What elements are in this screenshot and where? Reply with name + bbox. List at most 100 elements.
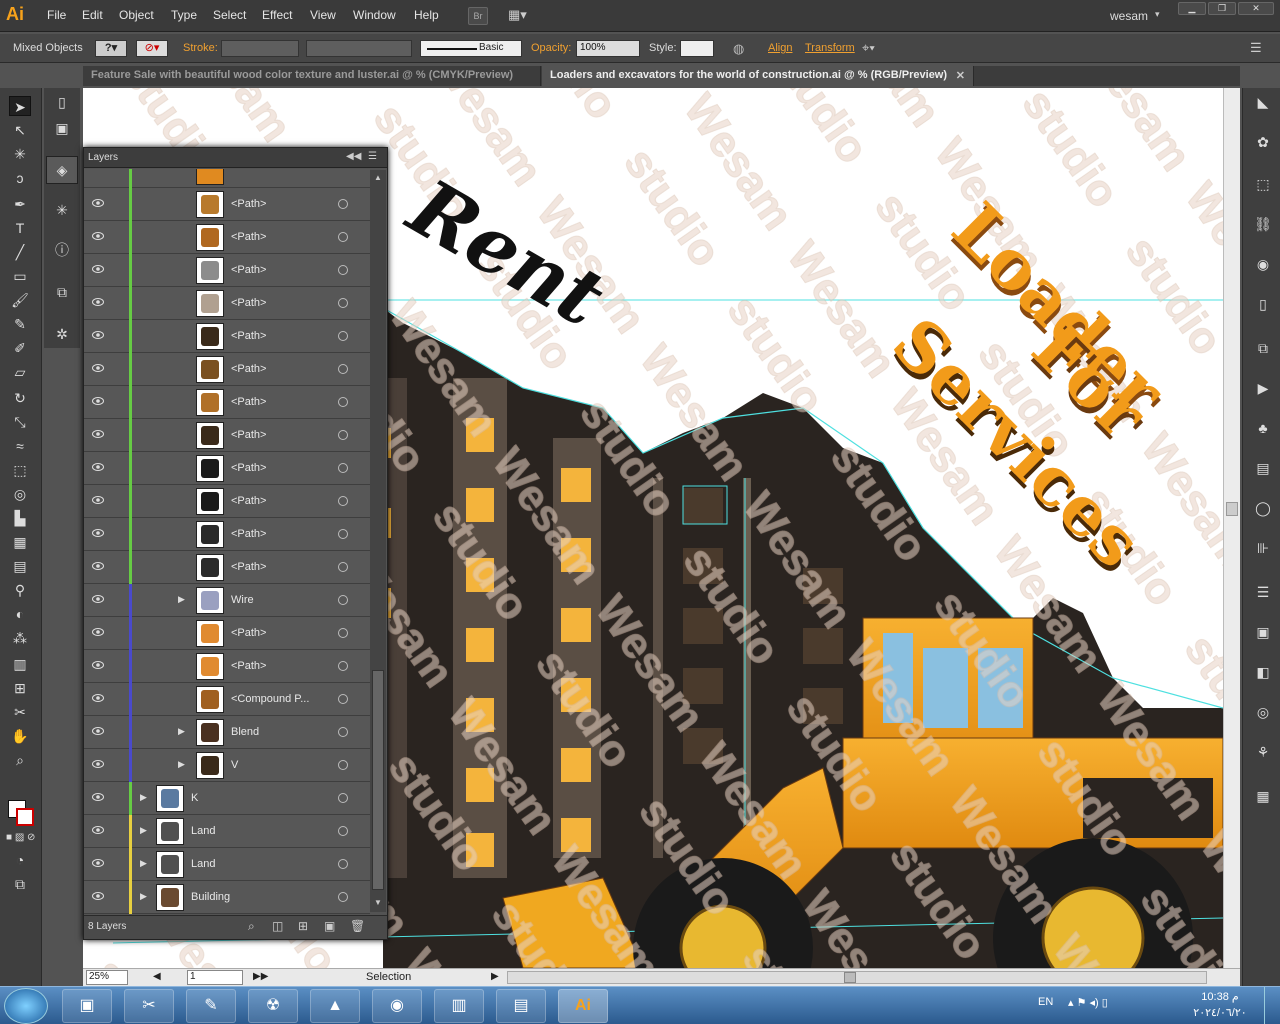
target-circle-icon[interactable] <box>338 628 348 638</box>
make-clipping-mask-icon[interactable]: ◫ <box>272 919 283 933</box>
layer-name[interactable]: <Path> <box>231 660 266 672</box>
show-desktop-button[interactable] <box>1264 987 1280 1024</box>
layer-name[interactable]: Blend <box>231 726 259 738</box>
layer-name[interactable]: Land <box>191 858 215 870</box>
layer-name[interactable]: <Path> <box>231 627 266 639</box>
layers-scrollbar[interactable]: ▲ ▼ <box>370 170 386 912</box>
new-sublayer-icon[interactable]: ⊞ <box>298 919 308 933</box>
taskbar-app-2-icon[interactable]: ✂ <box>124 989 174 1023</box>
layer-row[interactable]: <Path> <box>84 320 370 353</box>
layer-name[interactable]: <Path> <box>231 297 266 309</box>
expand-triangle-icon[interactable]: ▶ <box>178 594 185 605</box>
target-circle-icon[interactable] <box>338 397 348 407</box>
links-panel-icon[interactable]: ⛓ <box>1252 214 1274 234</box>
visibility-eye-icon[interactable] <box>92 528 104 538</box>
artboards-panel-icon[interactable]: ⧉ <box>51 282 73 302</box>
stroke-color-icon[interactable] <box>16 808 34 826</box>
image-trace-icon[interactable]: ▣ <box>51 118 73 138</box>
align-link[interactable]: Align <box>768 42 792 54</box>
fill-swatch[interactable]: ?▾ <box>95 40 127 57</box>
opacity-field[interactable]: 100% <box>576 40 640 57</box>
layer-row[interactable]: <Path> <box>84 419 370 452</box>
layer-name[interactable]: <Path> <box>231 429 266 441</box>
layer-row[interactable]: <Path> <box>84 221 370 254</box>
paintbrush-tool-icon[interactable]: 🖌 <box>9 290 31 310</box>
symbols-panel-icon[interactable]: ♣ <box>1252 418 1274 438</box>
layer-row[interactable]: ▶ Blend <box>84 716 370 749</box>
menu-object[interactable]: Object <box>119 8 154 22</box>
layer-row[interactable]: <Path> <box>84 386 370 419</box>
taskbar-app-3-icon[interactable]: ✎ <box>186 989 236 1023</box>
visibility-eye-icon[interactable] <box>92 264 104 274</box>
align-panel-icon[interactable]: ⊪ <box>1252 538 1274 558</box>
arrange-documents-icon[interactable]: ▦▾ <box>508 7 536 25</box>
new-layer-icon[interactable]: ▣ <box>324 919 335 933</box>
perspective-grid-tool-icon[interactable]: ▙ <box>9 508 31 528</box>
taskbar-explorer-icon[interactable]: ▤ <box>496 989 546 1023</box>
layer-name[interactable]: <Path> <box>231 198 266 210</box>
layer-name[interactable]: <Path> <box>231 264 266 276</box>
scroll-thumb[interactable] <box>1226 502 1238 516</box>
target-circle-icon[interactable] <box>338 859 348 869</box>
tray-icons[interactable]: ▴ ⚑ ◂) ▯ <box>1068 996 1108 1009</box>
visibility-eye-icon[interactable] <box>92 759 104 769</box>
delete-layer-icon[interactable]: 🗑 <box>350 919 365 933</box>
user-dropdown-icon[interactable]: ▾ <box>1155 9 1160 20</box>
pathfinder-panel-icon[interactable]: ⧉ <box>1252 338 1274 358</box>
slice-tool-icon[interactable]: ✂ <box>9 702 31 722</box>
free-transform-tool-icon[interactable]: ⬚ <box>9 460 31 480</box>
visibility-eye-icon[interactable] <box>92 693 104 703</box>
variable-width-profile[interactable] <box>306 40 412 57</box>
bridge-button[interactable]: Br <box>468 7 488 25</box>
layer-row[interactable]: ▶ Land <box>84 848 370 881</box>
expand-triangle-icon[interactable]: ▶ <box>178 726 185 737</box>
visibility-eye-icon[interactable] <box>92 297 104 307</box>
layers-scroll-thumb[interactable] <box>372 670 384 890</box>
layer-row[interactable]: <Path> <box>84 287 370 320</box>
color-mode-icons[interactable]: ■ ▨ ⊘ <box>6 832 35 843</box>
layer-row[interactable]: <Path> <box>84 650 370 683</box>
layer-name[interactable]: <Path> <box>231 462 266 474</box>
layer-name[interactable]: <Path> <box>231 495 266 507</box>
locate-object-icon[interactable]: ⌕ <box>248 919 255 934</box>
line-tool-icon[interactable]: ╱ <box>9 242 31 262</box>
visibility-eye-icon[interactable] <box>92 561 104 571</box>
panel-menu-icon[interactable]: ☰ <box>368 151 377 162</box>
visibility-eye-icon[interactable] <box>92 330 104 340</box>
menu-type[interactable]: Type <box>171 8 197 22</box>
eraser-tool-icon[interactable]: ▱ <box>9 362 31 382</box>
target-circle-icon[interactable] <box>338 232 348 242</box>
target-circle-icon[interactable] <box>338 298 348 308</box>
layer-row[interactable]: <Path> <box>84 452 370 485</box>
taskbar-app-6-icon[interactable]: ◉ <box>372 989 422 1023</box>
actions-panel-icon[interactable]: ▶ <box>1252 378 1274 398</box>
layer-row[interactable]: ▶ K <box>84 782 370 815</box>
layer-name[interactable]: V <box>231 759 238 771</box>
taskbar-studio-icon[interactable]: ▥ <box>434 989 484 1023</box>
stroke-weight-field[interactable] <box>221 40 299 57</box>
layer-row[interactable]: <Path> <box>84 551 370 584</box>
character-panel-icon[interactable]: ⚘ <box>1252 742 1274 762</box>
visibility-eye-icon[interactable] <box>92 462 104 472</box>
taskbar-vlc-icon[interactable]: ▲ <box>310 989 360 1023</box>
visibility-eye-icon[interactable] <box>92 495 104 505</box>
close-tab-icon[interactable]: ✕ <box>956 69 965 82</box>
swatches-panel-icon[interactable]: ☰ <box>1252 582 1274 602</box>
layer-row[interactable]: <Path> <box>84 254 370 287</box>
expand-triangle-icon[interactable]: ▶ <box>140 792 147 803</box>
layer-row[interactable]: <Path> <box>84 518 370 551</box>
layer-row[interactable]: <Path> <box>84 485 370 518</box>
expand-triangle-icon[interactable]: ▶ <box>140 825 147 836</box>
pencil-tool-icon[interactable]: ✎ <box>9 314 31 334</box>
target-circle-icon[interactable] <box>338 265 348 275</box>
menu-view[interactable]: View <box>310 8 336 22</box>
layer-name[interactable]: <Path> <box>231 396 266 408</box>
type-tool-icon[interactable]: T <box>9 218 31 238</box>
target-circle-icon[interactable] <box>338 199 348 209</box>
symbol-sprayer-tool-icon[interactable]: ⁂ <box>9 628 31 648</box>
layer-name[interactable]: <Path> <box>231 561 266 573</box>
tab-feature-sale[interactable]: Feature Sale with beautiful wood color t… <box>83 66 541 86</box>
target-circle-icon[interactable] <box>338 463 348 473</box>
layer-row[interactable]: ▶ Wire <box>84 584 370 617</box>
color-panel-icon[interactable]: ◣ <box>1252 92 1274 112</box>
